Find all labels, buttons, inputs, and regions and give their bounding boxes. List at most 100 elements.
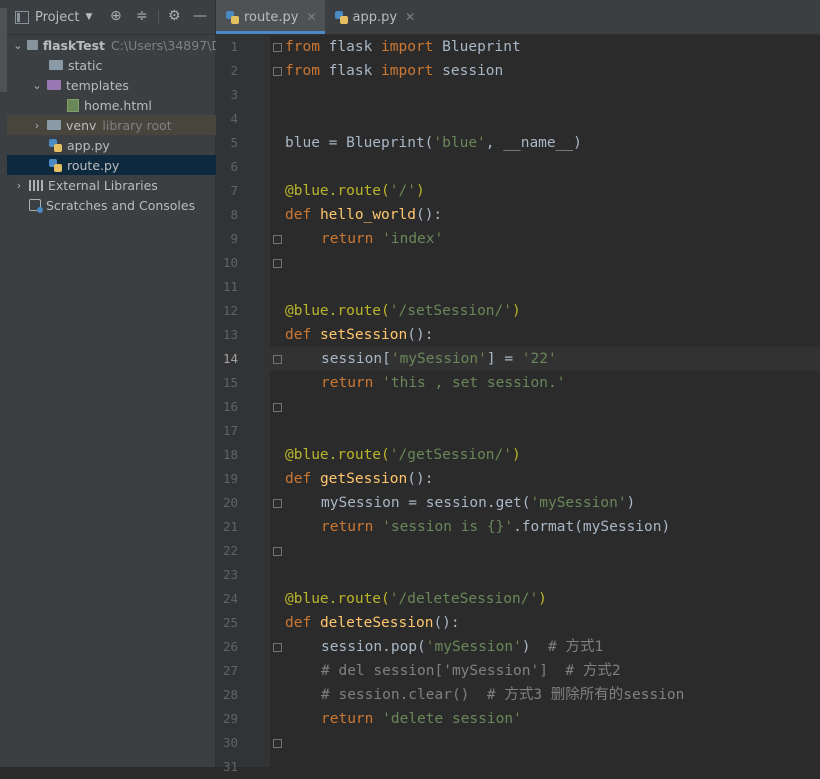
tab-app-py[interactable]: app.py ✕ — [325, 0, 424, 34]
code-editor[interactable]: 1 2 3 4 5 6 7 8 9 10 11 12 13 14 15 16 1… — [216, 35, 820, 774]
code-line[interactable]: session['mySession'] = '22' — [285, 347, 557, 371]
code-line[interactable]: return 'session is {}'.format(mySession) — [285, 515, 670, 539]
minimize-icon[interactable]: — — [193, 8, 207, 24]
line-number: 18 — [222, 447, 238, 462]
fold-marker-icon[interactable] — [273, 259, 282, 268]
line-number: 5 — [230, 135, 238, 150]
fold-marker-icon[interactable] — [273, 499, 282, 508]
tree-item-label: flaskTest — [42, 37, 106, 53]
line-number: 9 — [230, 231, 238, 246]
line-number: 28 — [222, 687, 238, 702]
tree-item-templates[interactable]: ⌄ templates — [7, 75, 239, 95]
tree-item-external-libraries[interactable]: › External Libraries — [7, 175, 221, 195]
project-view-selector[interactable]: Project — [35, 10, 79, 25]
line-number: 17 — [222, 423, 238, 438]
chevron-down-icon[interactable]: ▼ — [85, 12, 92, 22]
line-number: 10 — [222, 255, 238, 270]
chevron-right-icon[interactable]: › — [31, 119, 43, 132]
code-line[interactable]: return 'this , set session.' — [285, 371, 565, 395]
line-number: 29 — [222, 711, 238, 726]
project-panel-header: Project ▼ ⊕ ≑ ⚙ — — [7, 0, 215, 35]
code-line[interactable]: session.pop('mySession') # 方式1 — [285, 635, 603, 659]
close-icon[interactable]: ✕ — [405, 10, 415, 24]
gear-icon[interactable]: ⚙ — [168, 8, 181, 24]
folder-icon — [47, 80, 61, 90]
line-number: 21 — [222, 519, 238, 534]
code-line[interactable]: # session.clear() # 方式3 删除所有的session — [285, 683, 684, 707]
tab-route-py[interactable]: route.py ✕ — [216, 0, 325, 34]
line-number: 27 — [222, 663, 238, 678]
tree-item-label: static — [68, 57, 103, 73]
fold-marker-icon[interactable] — [273, 235, 282, 244]
python-file-icon — [49, 158, 62, 172]
tree-item-label: app.py — [67, 137, 110, 153]
fold-marker-icon[interactable] — [273, 643, 282, 652]
fold-marker-icon[interactable] — [273, 67, 282, 76]
code-line[interactable]: def deleteSession(): — [285, 611, 460, 635]
tree-item-venv[interactable]: › venv library root — [7, 115, 239, 135]
tree-item-label: route.py — [67, 157, 120, 173]
library-icon — [29, 179, 43, 191]
close-icon[interactable]: ✕ — [306, 10, 316, 24]
project-icon — [15, 10, 29, 24]
python-file-icon — [226, 10, 239, 24]
code-line[interactable]: def setSession(): — [285, 323, 433, 347]
line-number: 25 — [222, 615, 238, 630]
code-line[interactable]: @blue.route('/deleteSession/') — [285, 587, 547, 611]
tree-item-label: External Libraries — [48, 177, 158, 193]
chevron-right-icon[interactable]: › — [13, 179, 25, 192]
line-number: 23 — [222, 567, 238, 582]
tree-item-scratches[interactable]: Scratches and Consoles — [7, 195, 237, 215]
fold-marker-icon[interactable] — [273, 43, 282, 52]
code-line[interactable]: from flask import Blueprint — [285, 35, 521, 59]
collapse-icon[interactable]: ≑ — [136, 8, 148, 24]
line-number: 16 — [222, 399, 238, 414]
tree-item-flasktest[interactable]: ⌄ flaskTest C:\Users\34897\D — [7, 35, 221, 55]
fold-marker-icon[interactable] — [273, 547, 282, 556]
editor-tabs: route.py ✕ app.py ✕ — [216, 0, 820, 35]
code-line[interactable]: @blue.route('/getSession/') — [285, 443, 521, 467]
folder-icon — [49, 60, 63, 70]
line-number: 20 — [222, 495, 238, 510]
chevron-down-icon[interactable]: ⌄ — [13, 39, 23, 52]
tree-item-hint: library root — [102, 117, 172, 133]
code-line[interactable]: @blue.route('/') — [285, 179, 425, 203]
code-line[interactable]: @blue.route('/setSession/') — [285, 299, 521, 323]
python-file-icon — [334, 10, 348, 24]
code-line[interactable]: return 'index' — [285, 227, 443, 251]
line-number: 19 — [222, 471, 238, 486]
code-line[interactable]: def getSession(): — [285, 467, 433, 491]
line-number: 30 — [222, 735, 238, 750]
folder-icon — [26, 40, 38, 50]
line-number: 2 — [230, 63, 238, 78]
project-panel: Project ▼ ⊕ ≑ ⚙ — ⌄ flaskTest C:\Users\3… — [7, 0, 257, 767]
line-number: 1 — [230, 39, 238, 54]
tab-label: route.py — [244, 9, 299, 25]
python-file-icon — [49, 138, 62, 152]
html-file-icon — [67, 98, 79, 112]
line-number: 31 — [222, 759, 238, 774]
fold-marker-icon[interactable] — [273, 739, 282, 748]
code-line[interactable]: # del session['mySession'] # 方式2 — [285, 659, 621, 683]
line-number: 24 — [222, 591, 238, 606]
fold-marker-icon[interactable] — [273, 403, 282, 412]
line-number: 13 — [222, 327, 238, 342]
code-line[interactable]: blue = Blueprint('blue', __name__) — [285, 131, 582, 155]
line-number: 22 — [222, 543, 238, 558]
line-number: 26 — [222, 639, 238, 654]
tree-item-label: home.html — [84, 97, 152, 113]
fold-marker-icon[interactable] — [273, 355, 282, 364]
chevron-down-icon[interactable]: ⌄ — [31, 79, 43, 92]
code-line[interactable]: from flask import session — [285, 59, 503, 83]
line-number: 7 — [230, 183, 238, 198]
line-number: 8 — [230, 207, 238, 222]
tree-item-label: Scratches and Consoles — [46, 197, 196, 213]
folder-icon — [47, 120, 61, 130]
line-number: 6 — [230, 159, 238, 174]
code-line[interactable]: mySession = session.get('mySession') — [285, 491, 635, 515]
tree-item-path: C:\Users\34897\D — [111, 37, 221, 53]
code-line[interactable]: return 'delete session' — [285, 707, 522, 731]
code-line[interactable]: def hello_world(): — [285, 203, 442, 227]
tree-item-label: venv — [66, 117, 97, 133]
crosshair-icon[interactable]: ⊕ — [110, 8, 122, 24]
